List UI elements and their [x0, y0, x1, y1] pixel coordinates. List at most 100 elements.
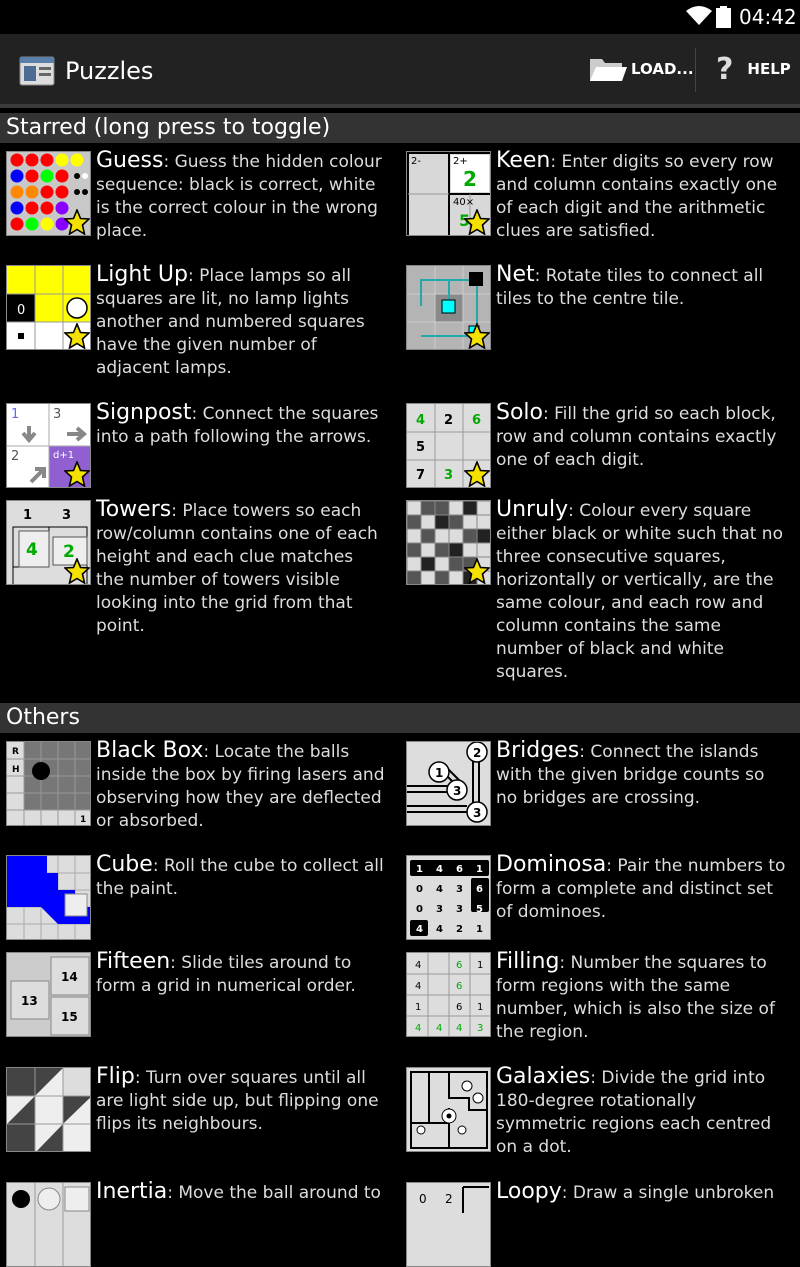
puzzle-item-flip[interactable]: Flip: Turn over squares until all are li…	[0, 1065, 390, 1172]
puzzle-item-lightup[interactable]: 0 Light Up: Place lamps so all squares a…	[0, 263, 390, 395]
puzzle-description: Galaxies: Divide the grid into 180-degre…	[496, 1065, 786, 1159]
puzzles-app-icon[interactable]	[19, 56, 55, 86]
status-bar: 04:42	[0, 0, 800, 34]
bridges-island: 3	[473, 806, 481, 820]
dominosa-num: 3	[456, 904, 463, 915]
puzzle-name: Unruly	[496, 497, 569, 522]
help-button[interactable]: ? HELP	[716, 34, 791, 104]
puzzle-item-keen[interactable]: 2- 2+ 2 40× 5 Keen: Enter digits so ever…	[400, 149, 790, 256]
puzzle-name: Signpost	[96, 400, 192, 425]
puzzle-desc: : Move the ball around to	[167, 1183, 381, 1203]
cube-thumbnail	[6, 855, 91, 940]
filling-cell: 6	[456, 981, 462, 992]
signpost-thumbnail: 1 3 2 d+1	[6, 403, 91, 488]
puzzle-name: Dominosa	[496, 852, 607, 877]
puzzle-description: Filling: Number the squares to form regi…	[496, 950, 786, 1044]
puzzle-item-guess[interactable]: Guess: Guess the hidden colour sequence:…	[0, 149, 390, 256]
loopy-clue: 2	[445, 1192, 453, 1206]
status-clock: 04:42	[739, 5, 797, 29]
puzzle-item-blackbox[interactable]: R H 1 Black Box: Locate the balls inside…	[0, 739, 390, 846]
dominosa-num: 1	[476, 864, 483, 875]
fifteen-tile: 14	[61, 970, 78, 984]
puzzle-description: Signpost: Connect the squares into a pat…	[96, 401, 386, 449]
signpost-num-b: 3	[53, 407, 61, 422]
puzzle-item-cube[interactable]: Cube: Roll the cube to collect all the p…	[0, 853, 390, 945]
bridges-thumbnail: 1 2 3 3	[406, 741, 491, 826]
keen-digit-a: 2	[463, 167, 477, 191]
loopy-board-icon: 0 2	[419, 1186, 489, 1213]
dominosa-board-icon: 1 4 6 1 0 4 3 6 0 3 3 5 4 4 2 1	[410, 860, 489, 936]
dominosa-num: 4	[436, 884, 443, 895]
puzzle-item-galaxies[interactable]: Galaxies: Divide the grid into 180-degre…	[400, 1065, 790, 1177]
puzzle-item-loopy[interactable]: 0 2 Loopy: Draw a single unbroken	[400, 1180, 790, 1267]
star-icon	[464, 209, 490, 235]
solo-cell: 2	[444, 413, 453, 428]
puzzle-name: Galaxies	[496, 1064, 591, 1089]
star-icon	[64, 209, 90, 235]
keen-clue-b: 2+	[453, 156, 468, 167]
help-icon: ?	[716, 51, 734, 87]
inertia-board-icon	[12, 1183, 90, 1266]
star-icon	[64, 323, 90, 349]
blackbox-label: H	[12, 765, 20, 775]
puzzle-name: Solo	[496, 400, 543, 425]
section-header-others: Others	[0, 703, 800, 733]
puzzle-desc: : Draw a single unbroken	[561, 1183, 775, 1203]
solo-cell: 4	[416, 413, 425, 428]
puzzle-item-fifteen[interactable]: 14 13 15 Fifteen: Slide tiles around to …	[0, 949, 390, 1057]
bridges-board-icon: 1 2 3 3	[407, 742, 488, 823]
fifteen-thumbnail: 14 13 15	[6, 952, 91, 1037]
dominosa-num: 2	[456, 924, 463, 935]
puzzle-item-unruly[interactable]: Unruly: Colour every square either black…	[400, 497, 790, 700]
filling-cell: 4	[415, 1023, 421, 1034]
blackbox-board-icon: R H 1	[7, 742, 90, 825]
action-bar: Puzzles LOAD... ? HELP	[0, 34, 800, 108]
filling-cell: 1	[477, 960, 483, 971]
puzzle-description: Dominosa: Pair the numbers to form a com…	[496, 853, 786, 924]
blackbox-label: 1	[80, 815, 86, 825]
puzzle-item-filling[interactable]: 4 6 1 4 6 1 6 1 4 4 4 3 Filling: Number …	[400, 950, 790, 1062]
puzzle-name: Guess	[96, 148, 164, 173]
dominosa-num: 4	[436, 864, 443, 875]
puzzle-item-net[interactable]: Net: Rotate tiles to connect all tiles t…	[400, 263, 790, 395]
dominosa-num: 3	[456, 884, 463, 895]
dominosa-num: 4	[416, 924, 423, 935]
cube-board-icon	[7, 856, 90, 939]
keen-thumbnail: 2- 2+ 2 40× 5	[406, 151, 491, 236]
puzzle-item-towers[interactable]: 1 3 4 2 Towers: Place towers so each row…	[0, 498, 390, 690]
blackbox-thumbnail: R H 1	[6, 741, 91, 826]
star-icon	[64, 558, 90, 584]
loopy-thumbnail: 0 2	[406, 1182, 491, 1267]
unruly-thumbnail	[406, 500, 491, 585]
filling-cell: 4	[415, 960, 421, 971]
dominosa-num: 3	[436, 904, 443, 915]
puzzle-description: Keen: Enter digits so every row and colu…	[496, 149, 786, 243]
bridges-island: 3	[453, 784, 461, 798]
loopy-clue: 0	[419, 1192, 427, 1206]
puzzle-item-signpost[interactable]: 1 3 2 d+1 Signpost: Connect the squares …	[0, 401, 390, 493]
load-button[interactable]: LOAD...	[588, 34, 694, 104]
bridges-island: 2	[473, 746, 481, 760]
signpost-num-c: 2	[11, 449, 19, 464]
dominosa-num: 6	[476, 884, 483, 895]
puzzle-description: Towers: Place towers so each row/column …	[96, 498, 386, 638]
puzzle-item-inertia[interactable]: Inertia: Move the ball around to	[0, 1180, 390, 1267]
puzzle-description: Solo: Fill the grid so each block, row a…	[496, 401, 786, 472]
puzzle-item-bridges[interactable]: 1 2 3 3 Bridges: Connect the islands wit…	[400, 739, 790, 846]
puzzle-desc: : Colour every square either black or wh…	[496, 501, 783, 682]
filling-thumbnail: 4 6 1 4 6 1 6 1 4 4 4 3	[406, 952, 491, 1037]
puzzle-item-dominosa[interactable]: 1 4 6 1 0 4 3 6 0 3 3 5 4 4 2 1 Dominosa…	[400, 853, 790, 945]
puzzle-name: Towers	[96, 497, 172, 522]
towers-digit: 4	[26, 540, 38, 560]
puzzle-name: Fifteen	[96, 949, 171, 974]
puzzle-description: Guess: Guess the hidden colour sequence:…	[96, 149, 386, 243]
star-icon	[464, 461, 490, 487]
puzzle-item-solo[interactable]: 4 2 6 5 7 3 Solo: Fill the grid so each …	[400, 401, 790, 493]
action-divider	[695, 48, 696, 92]
filling-cell: 4	[456, 1023, 462, 1034]
filling-board-icon: 4 6 1 4 6 1 6 1 4 4 4 3	[407, 953, 490, 1036]
star-icon	[464, 323, 490, 349]
solo-cell: 3	[444, 468, 453, 483]
dominosa-num: 0	[416, 904, 423, 915]
galaxies-thumbnail	[406, 1067, 491, 1152]
